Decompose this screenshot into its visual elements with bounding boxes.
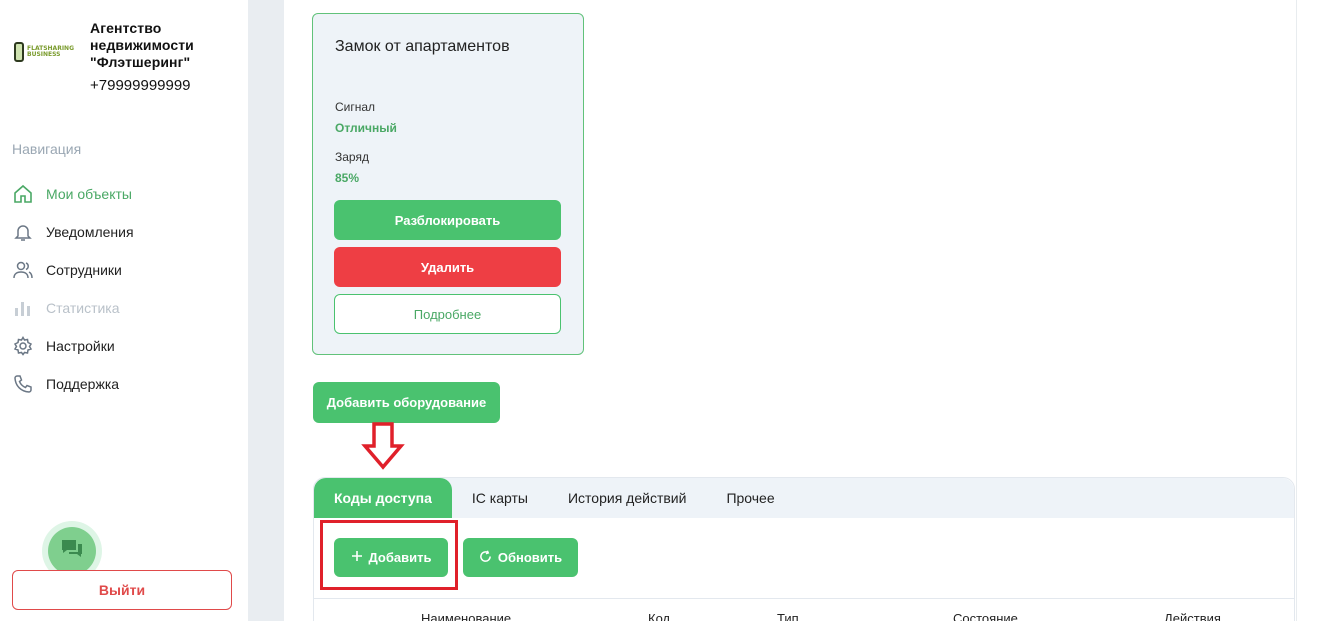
sidebar-item-label: Статистика [46, 300, 120, 316]
tab-action-history[interactable]: История действий [548, 478, 706, 518]
logo-mark [14, 42, 25, 62]
details-button[interactable]: Подробнее [334, 294, 561, 334]
sidebar-item-employees[interactable]: Сотрудники [12, 251, 134, 289]
device-card: Замок от апартаментов Сигнал Отличный За… [312, 13, 584, 355]
logout-button[interactable]: Выйти [12, 570, 232, 610]
column-header-status: Состояние [953, 611, 1018, 621]
sidebar-item-label: Мои объекты [46, 186, 132, 202]
add-equipment-button[interactable]: Добавить оборудование [313, 382, 500, 423]
charge-value: 85% [335, 171, 360, 185]
charge-label: Заряд [335, 150, 369, 164]
nav-title: Навигация [12, 141, 82, 157]
users-icon [12, 259, 34, 281]
refresh-button[interactable]: Обновить [463, 538, 578, 577]
sidebar-item-statistics[interactable]: Статистика [12, 289, 134, 327]
tab-other[interactable]: Прочее [706, 478, 794, 518]
tab-ic-cards[interactable]: IC карты [452, 478, 548, 518]
sidebar-item-my-objects[interactable]: Мои объекты [12, 175, 134, 213]
sidebar: FLATSHARING BUSINESS Агентство недвижимо… [0, 0, 248, 621]
column-header-type: Тип [777, 611, 799, 621]
sidebar-item-label: Настройки [46, 338, 115, 354]
delete-button[interactable]: Удалить [334, 247, 561, 287]
codes-table-header: Наименование Код Тип Состояние Действия [313, 598, 1295, 621]
signal-label: Сигнал [335, 100, 376, 114]
company-phone: +79999999999 [90, 77, 191, 94]
right-margin [1296, 0, 1326, 621]
annotation-arrow-down [361, 422, 405, 470]
sidebar-item-label: Уведомления [46, 224, 134, 240]
sidebar-item-label: Сотрудники [46, 262, 122, 278]
device-title: Замок от апартаментов [335, 38, 510, 55]
refresh-icon [479, 549, 492, 566]
column-header-actions: Действия [1164, 611, 1221, 621]
sidebar-item-support[interactable]: Поддержка [12, 365, 134, 403]
sidebar-item-settings[interactable]: Настройки [12, 327, 134, 365]
bar-chart-icon [12, 297, 34, 319]
company-logo: FLATSHARING BUSINESS [14, 40, 74, 64]
layout-gutter [248, 0, 284, 621]
column-header-name: Наименование [421, 611, 512, 621]
signal-value: Отличный [335, 121, 397, 135]
bell-icon [12, 221, 34, 243]
gear-icon [12, 335, 34, 357]
brand-block: FLATSHARING BUSINESS Агентство недвижимо… [14, 20, 194, 94]
home-icon [12, 183, 34, 205]
sidebar-item-label: Поддержка [46, 376, 120, 392]
main-content: Замок от апартаментов Сигнал Отличный За… [284, 0, 1326, 621]
unlock-button[interactable]: Разблокировать [334, 200, 561, 240]
annotation-highlight-box [320, 520, 458, 590]
company-name: Агентство недвижимости "Флэтшеринг" [90, 20, 194, 70]
sidebar-item-notifications[interactable]: Уведомления [12, 213, 134, 251]
refresh-label: Обновить [497, 550, 563, 565]
column-header-code: Код [648, 611, 671, 621]
tab-access-codes[interactable]: Коды доступа [314, 478, 452, 518]
tabs-bar: Коды доступа IC карты История действий П… [314, 478, 1294, 518]
chat-icon [60, 538, 84, 565]
sidebar-nav: Мои объекты Уведомления Сотрудники Стати… [12, 175, 134, 403]
logo-line-2: BUSINESS [27, 51, 61, 58]
phone-icon [12, 373, 34, 395]
